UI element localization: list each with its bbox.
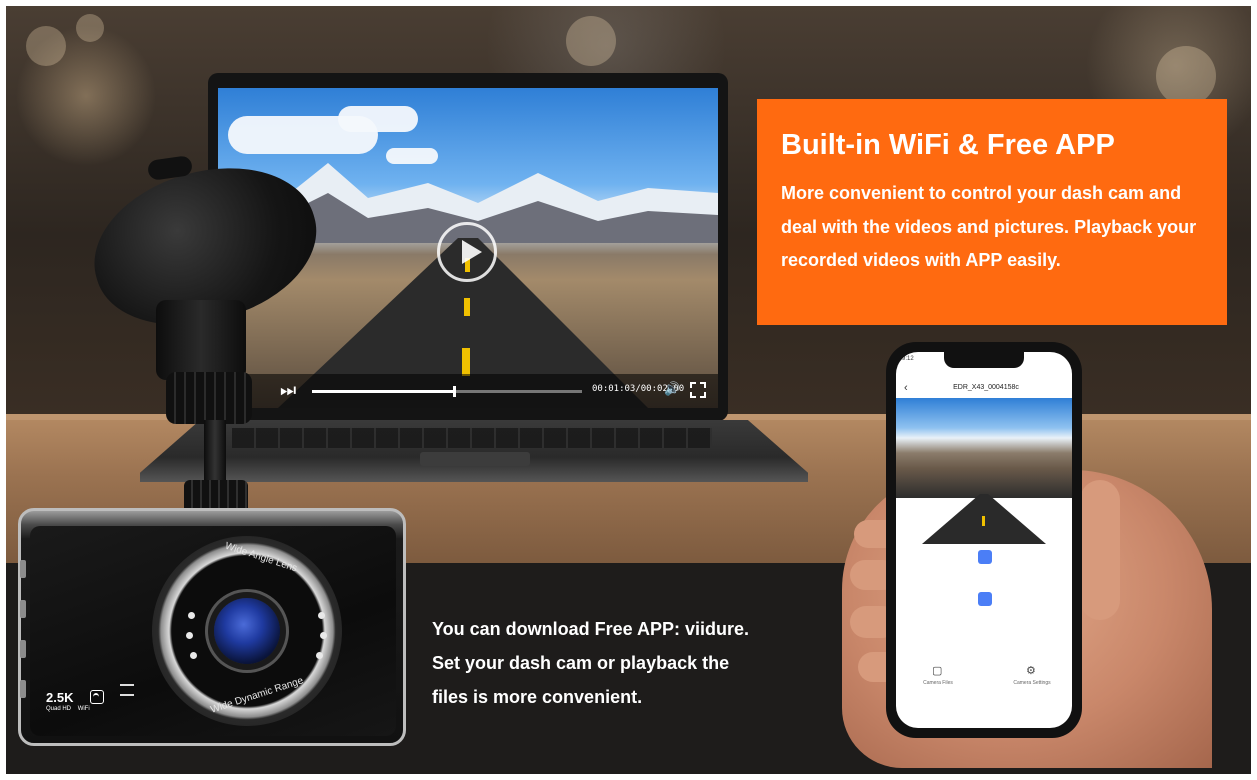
app-note-line-3: files is more convenient. (432, 687, 643, 707)
ir-led (190, 652, 197, 659)
fullscreen-icon[interactable] (690, 382, 706, 398)
volume-icon[interactable]: 🔊 (664, 381, 680, 397)
app-note: You can download Free APP: viidure. Set … (432, 612, 832, 714)
bokeh-light (76, 14, 104, 42)
thumb (1080, 480, 1120, 620)
status-time: 9:12 (902, 356, 914, 362)
app-note-line-2: Set your dash cam or playback the (432, 653, 730, 673)
feature-description: More convenient to control your dash cam… (781, 183, 1197, 270)
ir-led (186, 632, 193, 639)
side-button (20, 640, 26, 658)
side-button (20, 680, 26, 698)
camera-settings-icon[interactable]: ⚙ (1026, 664, 1036, 677)
video-controls: ⏭ 00:01:03/00:02:00 🔊 (218, 374, 718, 408)
phone-road (922, 494, 1046, 544)
camera-lens (214, 598, 280, 664)
progress-fill (312, 390, 456, 393)
progress-knob[interactable] (453, 386, 457, 397)
ir-led (318, 612, 325, 619)
mount-joint (166, 372, 252, 424)
mount-arm (156, 300, 246, 380)
app-note-line-1: You can download Free APP: viidure. (432, 619, 750, 639)
record-button[interactable] (978, 550, 992, 564)
side-button (20, 600, 26, 618)
badge-sub: Quad HD WiFi (46, 706, 90, 712)
phone-video-preview[interactable] (896, 398, 1072, 544)
menu-icon (120, 684, 134, 696)
video-progress-bar[interactable] (312, 386, 582, 397)
cloud (386, 148, 438, 164)
laptop-keyboard (232, 428, 712, 448)
phone-screen: 9:12 ‹ EDR_X43_0004158c ▢ Camera Files ⚙… (896, 352, 1072, 728)
next-icon[interactable]: ⏭ (280, 380, 296, 401)
ir-led (320, 632, 327, 639)
camera-files-label[interactable]: Camera Files (913, 680, 963, 686)
ir-led (188, 612, 195, 619)
side-button (20, 560, 26, 578)
cloud (338, 106, 418, 132)
laptop-trackpad (420, 452, 530, 466)
feature-heading: Built-in WiFi & Free APP (781, 129, 1115, 161)
feature-panel: Built-in WiFi & Free APP More convenient… (757, 99, 1227, 325)
mount-stem (204, 420, 226, 484)
badge-sub-right: WiFi (77, 706, 90, 712)
snapshot-button[interactable] (978, 592, 992, 606)
play-button[interactable] (437, 222, 497, 282)
bokeh-light (566, 16, 616, 66)
camera-settings-label[interactable]: Camera Settings (1007, 680, 1057, 686)
phone-notch (944, 352, 1024, 368)
ir-led (316, 652, 323, 659)
back-arrow-icon[interactable]: ‹ (904, 382, 908, 394)
bokeh-light (1156, 46, 1216, 106)
wifi-icon (90, 690, 104, 704)
file-name: EDR_X43_0004158c (953, 384, 1019, 391)
resolution-badge: 2.5K (46, 690, 74, 705)
badge-sub-left: Quad HD (46, 706, 72, 712)
camera-files-icon[interactable]: ▢ (932, 664, 942, 677)
bokeh-light (26, 26, 66, 66)
